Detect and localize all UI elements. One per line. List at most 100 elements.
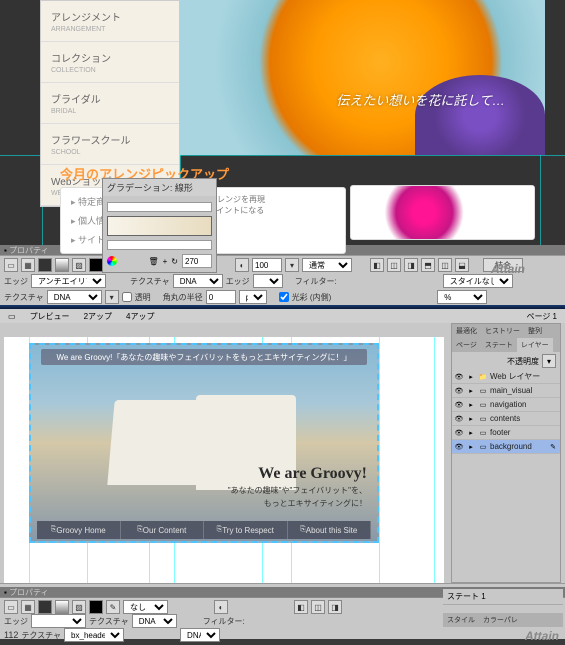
color-box[interactable] bbox=[89, 600, 103, 614]
tool-icon[interactable]: ▭ bbox=[4, 258, 18, 272]
hero-image: 伝えたい想いを花に託して… bbox=[180, 0, 545, 155]
align-icon[interactable]: ◧ bbox=[294, 600, 308, 614]
unit-select[interactable]: px bbox=[239, 290, 267, 304]
opacity-input[interactable] bbox=[252, 258, 282, 272]
percent-select[interactable]: % bbox=[437, 290, 487, 304]
visibility-icon[interactable]: 👁 bbox=[454, 414, 464, 424]
nav-about[interactable]: About this Site bbox=[288, 521, 372, 539]
align-icon[interactable]: ◨ bbox=[404, 258, 418, 272]
properties-toolbar: ▭ ▦ ▨ ✎ ╱ なし ▾ ◐ ▾ 通常 ◧ ◫ ◨ ⬒ ◫ ⬓ 結合 エッジ… bbox=[0, 255, 565, 305]
edge-select[interactable] bbox=[31, 614, 86, 628]
tool-icon[interactable]: ▦ bbox=[21, 600, 35, 614]
glow-checkbox[interactable] bbox=[279, 292, 289, 302]
nav-home[interactable]: Groovy Home bbox=[37, 521, 121, 539]
expand-icon[interactable]: ▸ bbox=[466, 442, 476, 452]
fill-pattern-icon[interactable]: ▨ bbox=[72, 258, 86, 272]
edge-select2[interactable] bbox=[253, 274, 283, 288]
tab-color[interactable]: カラーパレ bbox=[479, 613, 522, 627]
align-icon[interactable]: ⬓ bbox=[455, 258, 469, 272]
nav-content[interactable]: Our Content bbox=[121, 521, 205, 539]
color-swatch-icon[interactable] bbox=[107, 256, 117, 266]
tab-style[interactable]: スタイル bbox=[443, 613, 479, 627]
fill-solid-icon[interactable] bbox=[38, 258, 52, 272]
tab-preview[interactable]: プレビュー bbox=[26, 310, 74, 323]
angle-input[interactable] bbox=[182, 254, 212, 268]
chevron-down-icon[interactable]: ▾ bbox=[105, 290, 119, 304]
align-icon[interactable]: ◨ bbox=[328, 600, 342, 614]
fill-gradient-icon[interactable] bbox=[55, 258, 69, 272]
align-icon[interactable]: ◫ bbox=[438, 258, 452, 272]
page-indicator[interactable]: ページ 1 bbox=[522, 310, 561, 323]
chevron-down-icon[interactable]: ▾ bbox=[542, 354, 556, 368]
nav-respect[interactable]: Try to Respect bbox=[204, 521, 288, 539]
visibility-icon[interactable]: 👁 bbox=[454, 372, 464, 382]
tool-icon[interactable]: ▭ bbox=[4, 600, 18, 614]
layer-row[interactable]: 👁 ▸ ▭ background ✎ bbox=[452, 440, 560, 454]
texture-select2[interactable]: DNA bbox=[47, 290, 102, 304]
tab-align[interactable]: 整列 bbox=[524, 324, 546, 338]
align-icon[interactable]: ◫ bbox=[311, 600, 325, 614]
expand-icon[interactable]: ▸ bbox=[466, 372, 476, 382]
texture-select[interactable]: DNA bbox=[132, 614, 177, 628]
tab-optimize[interactable]: 最適化 bbox=[452, 324, 481, 338]
visibility-icon[interactable]: 👁 bbox=[454, 428, 464, 438]
opacity-icon[interactable]: ◐ bbox=[235, 258, 249, 272]
fill-pattern-icon[interactable]: ▨ bbox=[72, 600, 86, 614]
gradient-opacity-slider[interactable] bbox=[107, 202, 212, 212]
layer-row[interactable]: 👁 ▸ 📁 Web レイヤー bbox=[452, 370, 560, 384]
tool-icon[interactable]: ▦ bbox=[21, 258, 35, 272]
expand-icon[interactable]: ▸ bbox=[466, 428, 476, 438]
layer-row[interactable]: 👁 ▸ ▭ main_visual bbox=[452, 384, 560, 398]
attain-logo: Attain bbox=[443, 627, 563, 645]
blend-mode-select[interactable]: 通常 bbox=[302, 258, 352, 272]
tab-2up[interactable]: 2アップ bbox=[80, 310, 116, 323]
texture-select[interactable]: DNA bbox=[173, 274, 223, 288]
state-label[interactable]: ステート 1 bbox=[443, 589, 563, 605]
layer-row[interactable]: 👁 ▸ ▭ navigation bbox=[452, 398, 560, 412]
visibility-icon[interactable]: 👁 bbox=[454, 400, 464, 410]
groovy-title: We are Groovy! bbox=[228, 465, 367, 483]
tab-original[interactable]: ▭ bbox=[4, 311, 20, 322]
layer-row[interactable]: 👁 ▸ ▭ contents bbox=[452, 412, 560, 426]
chevron-down-icon[interactable]: ▾ bbox=[285, 258, 299, 272]
stroke-select[interactable]: なし bbox=[123, 600, 168, 614]
hero-tagline: 伝えたい想いを花に託して… bbox=[336, 90, 505, 109]
menu-item-collection[interactable]: コレクションCOLLECTION bbox=[41, 42, 179, 83]
main-visual-slice[interactable]: We are Groovy!「あなたの趣味やフェイバリットをもっとエキサイティン… bbox=[29, 343, 379, 543]
attain-logo: Attain bbox=[491, 262, 525, 276]
fill-gradient-icon[interactable] bbox=[55, 600, 69, 614]
angle-icon[interactable]: ↻ bbox=[171, 257, 178, 266]
corner-radius-input[interactable] bbox=[206, 290, 236, 304]
groovy-header: We are Groovy!「あなたの趣味やフェイバリットをもっとエキサイティン… bbox=[41, 349, 367, 365]
layer-row[interactable]: 👁 ▸ ▭ footer bbox=[452, 426, 560, 440]
menu-item-bridal[interactable]: ブライダルBRIDAL bbox=[41, 83, 179, 124]
expand-icon[interactable]: ▸ bbox=[466, 414, 476, 424]
align-icon[interactable]: ◧ bbox=[370, 258, 384, 272]
fill-solid-icon[interactable] bbox=[38, 600, 52, 614]
menu-item-school[interactable]: フラワースクールSCHOOL bbox=[41, 124, 179, 165]
right-bottom-panel: ステート 1 スタイル カラーパレ Attain bbox=[443, 589, 563, 637]
expand-icon[interactable]: ▸ bbox=[466, 400, 476, 410]
opacity-icon[interactable]: ◐ bbox=[214, 600, 228, 614]
tab-layers[interactable]: レイヤー bbox=[517, 338, 553, 352]
expand-icon[interactable]: ▸ bbox=[466, 386, 476, 396]
tab-states[interactable]: ステート bbox=[481, 338, 517, 352]
visibility-icon[interactable]: 👁 bbox=[454, 386, 464, 396]
layers-panel: 最適化 ヒストリー 整列 ページ ステート レイヤー 不透明度 ▾ 👁 ▸ 📁 … bbox=[451, 323, 561, 583]
tab-history[interactable]: ヒストリー bbox=[481, 324, 524, 338]
add-stop-icon[interactable]: + bbox=[163, 257, 168, 266]
visibility-icon[interactable]: 👁 bbox=[454, 442, 464, 452]
transparent-checkbox[interactable] bbox=[122, 292, 132, 302]
trash-icon[interactable]: 🗑 bbox=[148, 257, 158, 266]
gradient-color-slider[interactable] bbox=[107, 240, 212, 250]
tab-4up[interactable]: 4アップ bbox=[122, 310, 158, 323]
tab-pages[interactable]: ページ bbox=[452, 338, 481, 352]
align-icon[interactable]: ⬒ bbox=[421, 258, 435, 272]
pencil-icon[interactable]: ✎ bbox=[106, 600, 120, 614]
edge-select[interactable]: アンチエイリアス bbox=[31, 274, 106, 288]
gradient-panel[interactable]: グラデーション: 線形 🗑 + ↻ bbox=[102, 178, 217, 273]
gradient-preview[interactable] bbox=[107, 216, 212, 236]
align-icon[interactable]: ◫ bbox=[387, 258, 401, 272]
menu-item-arrangement[interactable]: アレンジメントARRANGEMENT bbox=[41, 1, 179, 42]
document-canvas[interactable]: We are Groovy!「あなたの趣味やフェイバリットをもっとエキサイティン… bbox=[4, 337, 444, 585]
